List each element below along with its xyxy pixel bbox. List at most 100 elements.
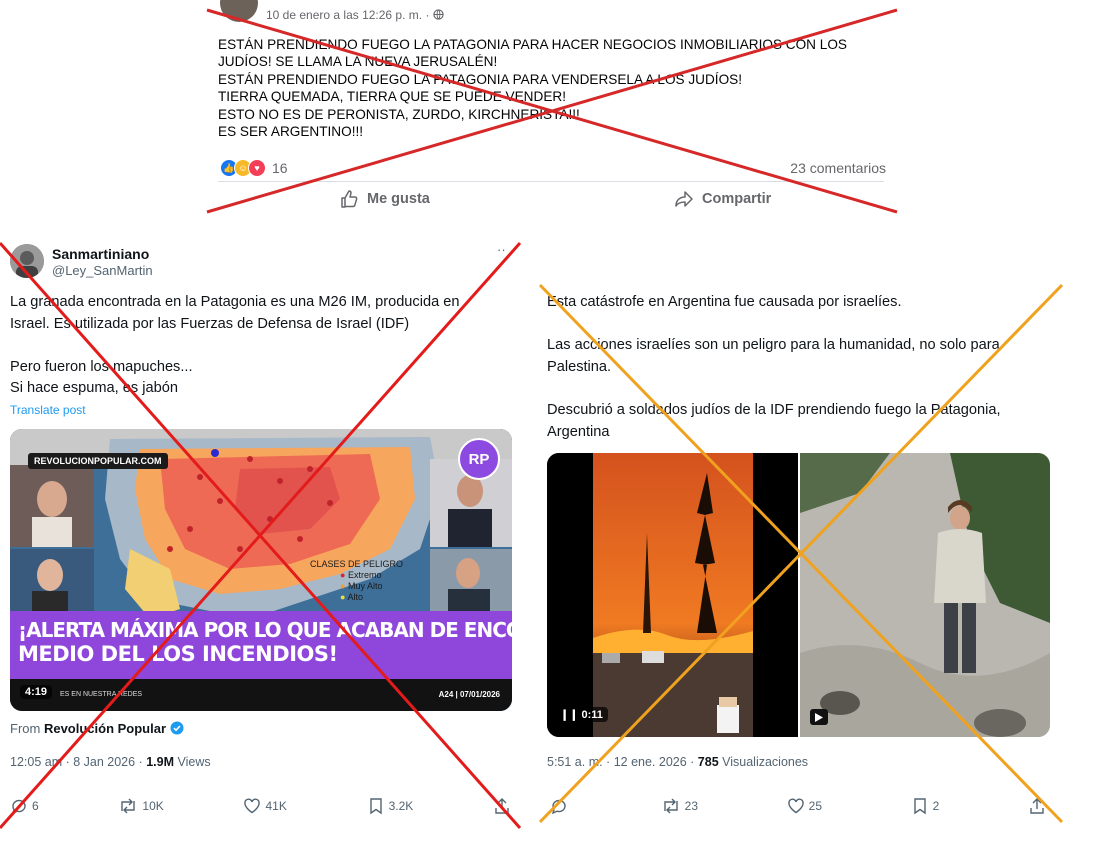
views-count: 1.9M [146,755,174,769]
bookmark-count: 2 [932,799,940,813]
reply-icon [11,799,26,815]
from-prefix: From [10,721,44,736]
reply-icon [551,799,566,815]
legend-item: ● Alto [340,592,363,602]
share-button[interactable]: Compartir [674,189,771,209]
profile-photo [10,244,44,278]
like-button[interactable]: 41K [243,797,287,815]
mountain-video-frame [800,453,1050,737]
play-icon[interactable] [810,709,828,725]
repost-button[interactable]: 23 [661,797,698,815]
avatar[interactable] [10,244,44,278]
tweet-line: Las acciones israelíes son un peligro pa… [547,337,1000,354]
tweet-line [10,335,520,357]
bookmark-icon [369,798,382,815]
divider [218,181,884,182]
like-label: Me gusta [367,191,430,207]
bookmark-count: 3.2K [388,799,414,813]
fire-video-frame [547,453,798,737]
like-button[interactable]: Me gusta [339,189,430,209]
headline-banner: ¡ALERTA MÁXIMA POR LO QUE ACABAN DE ENCO… [10,611,512,679]
bookmark-button[interactable]: 2 [911,797,940,815]
tweet-text: Esta catástrofe en Argentina fue causada… [547,292,1087,443]
tweet-timestamp[interactable]: 12:05 am · 8 Jan 2026 · [10,755,146,769]
heart-icon [787,798,804,814]
mountain-video[interactable] [800,453,1050,737]
video-duration: 4:19 [20,685,53,699]
legend-item: ● Extremo [340,570,382,580]
tweet-line [547,378,1087,400]
tweet-line: Si hace espuma, es jabón [10,380,178,397]
post-line: JUDÍOS! SE LLAMA LA NUEVA JERUSALÉN! [218,54,498,70]
share-label: Compartir [702,191,772,207]
map-legend: CLASES DE PELIGRO ● Extremo ● Muy Alto ●… [310,559,403,603]
tweet-timestamp[interactable]: 5:51 a. m. · 12 ene. 2026 · [547,755,698,769]
legend-title: CLASES DE PELIGRO [310,559,404,569]
ticker-text: ES EN NUESTRA REDES [60,691,143,698]
share-arrow-icon [675,191,693,207]
source-name[interactable]: Revolución Popular [44,721,166,736]
tweet-line: La granada encontrada en la Patagonia es… [10,294,460,310]
like-count: 25 [808,799,822,813]
legend-item: ● Muy Alto [340,581,383,591]
bookmark-icon [913,798,926,815]
bookmark-button[interactable]: 3.2K [367,797,414,815]
site-chip: REVOLUCIONPOPULAR.COM [28,453,168,469]
share-icon [1030,798,1044,814]
channel-date: A24 | 07/01/2026 [438,690,500,699]
translate-link[interactable]: Translate post [10,403,86,417]
post-line: TIERRA QUEMADA, TIERRA QUE SE PUEDE VEND… [218,89,566,105]
reply-count: 6 [32,799,39,813]
comments-count[interactable]: 23 comentarios [790,160,886,176]
views-label: Visualizaciones [718,755,809,769]
post-meta: 10 de enero a las 12:26 p. m. · [266,8,444,22]
like-count: 41K [265,799,287,813]
tweet-line [547,314,1087,336]
quoted-source: From Revolución Popular [10,721,184,736]
tweet-actions: 23 25 2 [550,797,1050,815]
tweet-actions: 6 10K 41K 3.2K [10,797,515,815]
share-button[interactable] [1028,797,1050,815]
tweet-line: Palestina. [547,358,612,375]
tweet-line: Esta catástrofe en Argentina fue causada… [547,294,902,310]
video-duration: ❙❙ 0:11 [555,707,608,722]
like-button[interactable]: 25 [787,797,822,815]
tweet-line: Israel. Es utilizada por las Fuerzas de … [10,315,410,332]
tweet-text: La granada encontrada en la Patagonia es… [10,292,520,400]
post-timestamp[interactable]: 10 de enero a las 12:26 p. m. · [266,8,433,22]
display-name[interactable]: Sanmartiniano [52,246,149,262]
repost-icon [663,798,678,814]
tweet-meta: 12:05 am · 8 Jan 2026 · 1.9M Views [10,755,211,769]
share-button[interactable] [493,797,515,815]
tweet-line: Descubrió a soldados judíos de la IDF pr… [547,401,1001,418]
views-label: Views [174,755,211,769]
tweet-card: Esta catástrofe en Argentina fue causada… [530,236,1100,844]
verified-badge-icon [170,721,184,735]
rp-logo: RP [458,438,500,480]
post-text: ESTÁN PRENDIENDO FUEGO LA PATAGONIA PARA… [218,36,878,140]
globe-icon [433,9,444,20]
fire-video[interactable]: ❙❙ 0:11 [547,453,798,737]
reaction-count: 16 [272,160,288,176]
thumbs-up-icon [341,190,358,208]
tweet-line: Pero fueron los mapuches... [10,358,193,375]
repost-count: 23 [684,799,698,813]
headline-line: MEDIO DEL LOS INCENDIOS! [18,642,338,666]
post-line: ESTO NO ES DE PERONISTA, ZURDO, KIRCHNER… [218,106,580,122]
video-thumbnail[interactable]: REVOLUCIONPOPULAR.COM RP CLASES DE PELIG… [10,429,512,711]
repost-count: 10K [142,799,164,813]
author-avatar[interactable] [220,0,258,22]
heart-icon [244,798,261,814]
reply-button[interactable]: 6 [10,797,39,815]
facebook-post: 10 de enero a las 12:26 p. m. · ESTÁN PR… [206,0,896,215]
love-reaction-icon: ♥ [248,159,266,177]
tweet-card: Sanmartiniano @Ley_SanMartin ·· La grana… [0,236,525,844]
reactions-summary[interactable]: 👍 ☺ ♥ 16 [220,159,288,177]
more-options-icon[interactable]: ·· [497,242,506,257]
post-line: ESTÁN PRENDIENDO FUEGO LA PATAGONIA PARA… [218,71,743,87]
headline-line: ¡ALERTA MÁXIMA POR LO QUE ACABAN DE ENCO… [18,618,512,642]
post-line: ESTÁN PRENDIENDO FUEGO LA PATAGONIA PARA… [218,37,847,52]
repost-button[interactable]: 10K [118,797,164,815]
reply-button[interactable] [550,797,572,815]
user-handle[interactable]: @Ley_SanMartin [52,263,153,278]
